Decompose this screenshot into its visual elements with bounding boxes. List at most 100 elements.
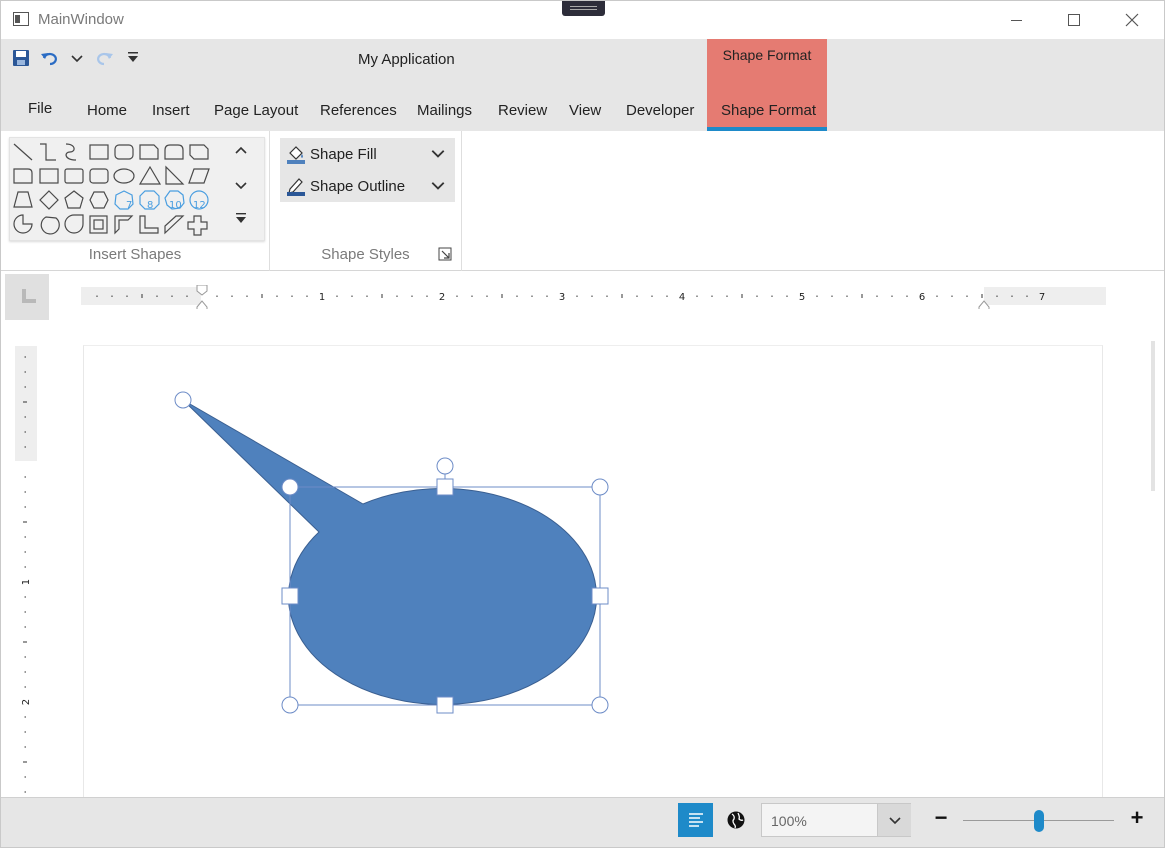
close-icon <box>1125 13 1139 27</box>
zoom-combobox[interactable]: 100% <box>761 803 911 837</box>
chevron-up-icon <box>235 146 247 154</box>
vertical-ruler[interactable]: 12 <box>13 346 39 801</box>
zoom-in-button[interactable]: + <box>1127 807 1147 829</box>
undo-button[interactable] <box>39 48 59 68</box>
diagonal-stripe-icon <box>164 215 185 235</box>
print-layout-button[interactable] <box>678 803 713 837</box>
dialog-launcher-icon[interactable] <box>438 247 452 261</box>
zoom-out-button[interactable]: − <box>931 807 951 829</box>
chevron-down-icon <box>235 182 247 190</box>
ruler-number: 7 <box>1039 292 1045 303</box>
tab-shape-format[interactable]: Shape Format <box>721 102 816 119</box>
quick-access-toolbar <box>11 47 143 69</box>
undo-icon <box>41 52 57 66</box>
shape-number-labels: 7 8 10 12 <box>126 200 206 211</box>
chevron-down-icon <box>431 182 445 190</box>
document-page[interactable] <box>83 345 1103 801</box>
chevron-down-icon <box>431 150 445 158</box>
title-grip-handle[interactable] <box>562 1 605 16</box>
rounded-rectangle-icon <box>114 144 134 160</box>
tab-review[interactable]: Review <box>498 102 547 119</box>
tab-developer[interactable]: Developer <box>626 102 694 119</box>
app-title: My Application <box>358 51 455 68</box>
tab-insert[interactable]: Insert <box>152 102 190 119</box>
customize-qat-icon <box>128 52 138 62</box>
close-button[interactable] <box>1103 1 1161 39</box>
snip-rectangle-icon <box>139 144 159 160</box>
rectangle-2-icon <box>64 168 84 184</box>
elbow-connector-icon <box>40 143 56 161</box>
parallelogram-icon <box>188 168 210 184</box>
round-top-rectangle-icon <box>164 144 184 160</box>
shape-fill-button[interactable]: Shape Fill <box>280 138 455 170</box>
minimize-button[interactable] <box>987 1 1045 39</box>
customize-qat-button[interactable] <box>123 48 143 68</box>
ruler-number: 5 <box>799 292 805 303</box>
tab-file[interactable]: File <box>28 100 52 117</box>
shape-styles-buttons: Shape Fill Shape Outline <box>280 138 455 202</box>
paint-bucket-icon <box>287 146 305 164</box>
plus-icon <box>187 215 208 236</box>
gallery-scroll-down-button[interactable] <box>234 178 256 202</box>
ribbon-body: 7 8 10 12 Insert Shapes Shape Styles Sha… <box>1 131 1164 271</box>
ruler-number: 3 <box>559 292 565 303</box>
line-shape-icon <box>13 143 33 161</box>
zoom-dropdown-button[interactable] <box>877 804 911 836</box>
teardrop-icon <box>64 214 84 234</box>
svg-text:12: 12 <box>193 200 206 211</box>
undo-dropdown-button[interactable] <box>67 48 87 68</box>
shape-outline-label: Shape Outline <box>310 178 406 195</box>
save-icon <box>13 50 29 66</box>
ribbon-header: My Application Shape Format File Home In… <box>1 39 1164 131</box>
horizontal-ruler[interactable]: 1 2 3 4 5 6 7 <box>81 285 1106 309</box>
ruler-number: 1 <box>21 579 32 585</box>
round-corner-rectangle-icon <box>13 168 33 184</box>
triangle-icon <box>138 165 162 185</box>
ruler-number: 4 <box>679 292 685 303</box>
gallery-more-button[interactable] <box>234 211 256 235</box>
redo-icon <box>97 52 113 66</box>
insert-shapes-group-label: Insert Shapes <box>88 246 182 263</box>
gallery-expand-icon <box>236 213 246 223</box>
status-bar: 100% − + <box>1 797 1164 847</box>
trapezoid-icon <box>13 191 33 208</box>
shapes-gallery[interactable]: 7 8 10 12 <box>9 137 265 241</box>
svg-text:10: 10 <box>169 200 182 211</box>
l-shape-icon <box>139 215 159 234</box>
right-triangle-icon <box>165 165 185 185</box>
chord-icon <box>40 216 60 235</box>
left-tab-icon <box>22 289 36 303</box>
tab-view[interactable]: View <box>569 102 601 119</box>
tab-page-layout[interactable]: Page Layout <box>214 102 298 119</box>
chevron-down-icon <box>888 817 901 825</box>
web-layout-globe-icon[interactable] <box>726 810 746 830</box>
zoom-value[interactable]: 100% <box>771 813 807 829</box>
ruler-number: 1 <box>319 292 325 303</box>
shape-styles-group-label: Shape Styles <box>321 246 410 263</box>
plain-rectangle-icon <box>39 168 59 184</box>
svg-text:8: 8 <box>147 200 153 211</box>
maximize-button[interactable] <box>1045 1 1103 39</box>
rectangle-icon <box>89 144 109 160</box>
tab-mailings[interactable]: Mailings <box>417 102 472 119</box>
curved-connector-icon <box>65 143 77 161</box>
tab-references[interactable]: References <box>320 102 397 119</box>
shape-fill-label: Shape Fill <box>310 146 377 163</box>
svg-text:7: 7 <box>126 200 132 211</box>
vertical-scrollbar[interactable] <box>1151 341 1155 491</box>
gallery-scroll-up-button[interactable] <box>234 144 256 168</box>
tab-home[interactable]: Home <box>87 102 127 119</box>
zoom-slider-thumb[interactable] <box>1034 810 1044 832</box>
main-window: MainWindow My Application Shape Format F… <box>0 0 1165 848</box>
pencil-icon <box>287 178 305 196</box>
redo-button[interactable] <box>95 48 115 68</box>
save-button[interactable] <box>11 48 31 68</box>
ruler-number: 6 <box>919 292 925 303</box>
tab-stop-selector[interactable] <box>5 274 49 320</box>
rectangle-3-icon <box>89 168 109 184</box>
shape-outline-button[interactable]: Shape Outline <box>280 170 455 202</box>
ruler-number: 2 <box>21 699 32 705</box>
half-frame-icon <box>114 215 134 235</box>
contextual-group-label: Shape Format <box>722 47 812 63</box>
insert-shapes-group: 7 8 10 12 Insert Shapes <box>1 131 270 271</box>
